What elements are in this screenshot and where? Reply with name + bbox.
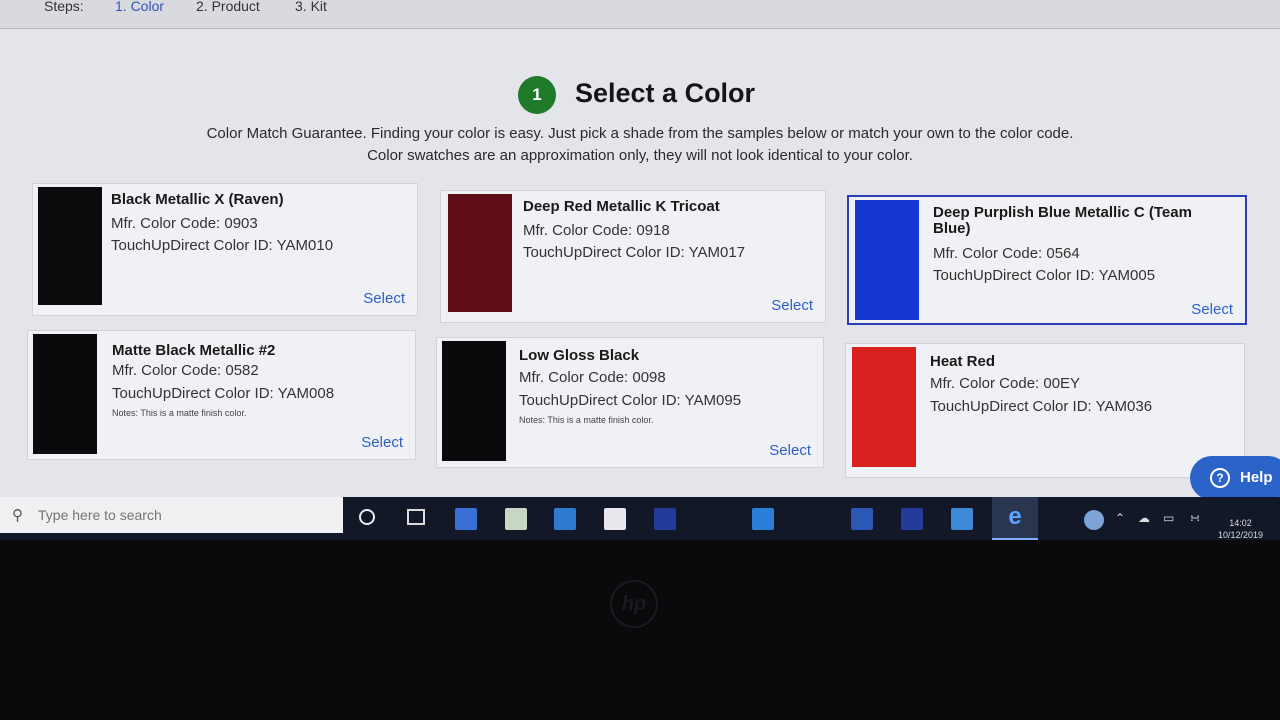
- mfr-color-code: Mfr. Color Code: 0903: [111, 215, 258, 232]
- select-button[interactable]: Select: [361, 434, 403, 451]
- select-button[interactable]: Select: [1191, 301, 1233, 318]
- app-icon-2[interactable]: [604, 508, 626, 530]
- color-swatch: [852, 347, 916, 467]
- steps-label: Steps:: [44, 0, 84, 14]
- mfr-color-code: Mfr. Color Code: 0582: [112, 362, 259, 379]
- mfr-color-code: Mfr. Color Code: 0918: [523, 222, 670, 239]
- select-button[interactable]: Select: [769, 442, 811, 459]
- edge-icon[interactable]: e: [992, 497, 1038, 540]
- step-product[interactable]: 2. Product: [196, 0, 260, 14]
- wifi-icon[interactable]: ∺: [1190, 511, 1200, 525]
- description-line-1: Color Match Guarantee. Finding your colo…: [206, 125, 1074, 142]
- color-card-deep-purplish-blue[interactable]: Deep Purplish Blue Metallic C (Team Blue…: [847, 195, 1247, 325]
- taskbar-search-input[interactable]: [36, 503, 320, 527]
- description-line-2: Color swatches are an approximation only…: [367, 147, 913, 164]
- color-swatch: [38, 187, 102, 305]
- windows-taskbar: ⚲ e ⌃ ☁ ▭ ∺ 14:02 10/12/2019: [0, 497, 1280, 540]
- chevron-up-icon[interactable]: ⌃: [1115, 511, 1125, 525]
- color-swatch: [442, 341, 506, 461]
- browser-viewport: Steps: 1. Color 2. Product 3. Kit 1 Sele…: [0, 0, 1280, 540]
- clock-time: 14:02: [1229, 518, 1252, 528]
- color-card-black-metallic-x[interactable]: Black Metallic X (Raven) Mfr. Color Code…: [32, 183, 418, 316]
- mfr-color-code: Mfr. Color Code: 0098: [519, 369, 666, 386]
- step-color[interactable]: 1. Color: [115, 0, 164, 14]
- color-id: TouchUpDirect Color ID: YAM010: [111, 237, 334, 254]
- color-note: Notes: This is a matte finish color.: [112, 408, 247, 418]
- app-icon-3[interactable]: [654, 508, 676, 530]
- mail-icon[interactable]: [455, 508, 477, 530]
- color-card-heat-red[interactable]: Heat Red Mfr. Color Code: 00EY TouchUpDi…: [845, 343, 1245, 478]
- color-name: Heat Red: [930, 353, 996, 370]
- color-id: TouchUpDirect Color ID: YAM008: [112, 385, 335, 402]
- help-label: Help: [1240, 469, 1273, 486]
- step-kit[interactable]: 3. Kit: [295, 0, 327, 14]
- app-icon-1[interactable]: [505, 508, 527, 530]
- color-name: Deep Red Metallic K Tricoat: [523, 198, 720, 215]
- battery-icon[interactable]: ▭: [1163, 511, 1174, 525]
- steps-bar: Steps: 1. Color 2. Product 3. Kit: [0, 0, 1280, 29]
- store-icon[interactable]: [554, 508, 576, 530]
- select-button[interactable]: Select: [771, 297, 813, 314]
- app-icon-5[interactable]: [851, 508, 873, 530]
- search-icon: ⚲: [12, 507, 23, 524]
- color-card-deep-red-metallic[interactable]: Deep Red Metallic K Tricoat Mfr. Color C…: [440, 190, 826, 323]
- color-swatch: [448, 194, 512, 312]
- color-id: TouchUpDirect Color ID: YAM017: [523, 244, 746, 261]
- tray-app-icon[interactable]: [1084, 510, 1104, 530]
- color-note: Notes: This is a matte finish color.: [519, 415, 654, 425]
- onedrive-icon[interactable]: ☁: [1138, 511, 1150, 525]
- color-card-matte-black-metallic[interactable]: Matte Black Metallic #2 Mfr. Color Code:…: [27, 330, 416, 460]
- color-id: TouchUpDirect Color ID: YAM095: [519, 392, 742, 409]
- hp-logo: hp: [610, 580, 658, 628]
- color-name: Low Gloss Black: [519, 347, 640, 364]
- color-card-low-gloss-black[interactable]: Low Gloss Black Mfr. Color Code: 0098 To…: [436, 337, 824, 468]
- app-icon-7[interactable]: [951, 508, 973, 530]
- mfr-color-code: Mfr. Color Code: 0564: [933, 245, 1080, 262]
- clock-date: 10/12/2019: [1218, 530, 1264, 540]
- help-icon: ?: [1210, 468, 1230, 488]
- taskbar-search[interactable]: ⚲: [0, 497, 343, 533]
- color-name: Black Metallic X (Raven): [111, 191, 284, 208]
- task-view-icon[interactable]: [407, 509, 425, 525]
- app-icon-6[interactable]: [901, 508, 923, 530]
- taskbar-clock[interactable]: 14:02 10/12/2019: [1218, 517, 1263, 540]
- cortana-icon[interactable]: [359, 509, 375, 525]
- select-button[interactable]: Select: [363, 290, 405, 307]
- color-id: TouchUpDirect Color ID: YAM005: [933, 267, 1156, 284]
- mfr-color-code: Mfr. Color Code: 00EY: [930, 375, 1081, 392]
- help-button[interactable]: ? Help: [1190, 456, 1280, 500]
- app-icon-4[interactable]: [752, 508, 774, 530]
- color-id: TouchUpDirect Color ID: YAM036: [930, 398, 1153, 415]
- color-swatch: [855, 200, 919, 320]
- page-title: Select a Color: [575, 78, 756, 108]
- color-swatch: [33, 334, 97, 454]
- color-name: Matte Black Metallic #2: [112, 342, 276, 359]
- color-name: Deep Purplish Blue Metallic C (Team Blue…: [933, 204, 1192, 237]
- step-number-badge: 1: [518, 76, 556, 114]
